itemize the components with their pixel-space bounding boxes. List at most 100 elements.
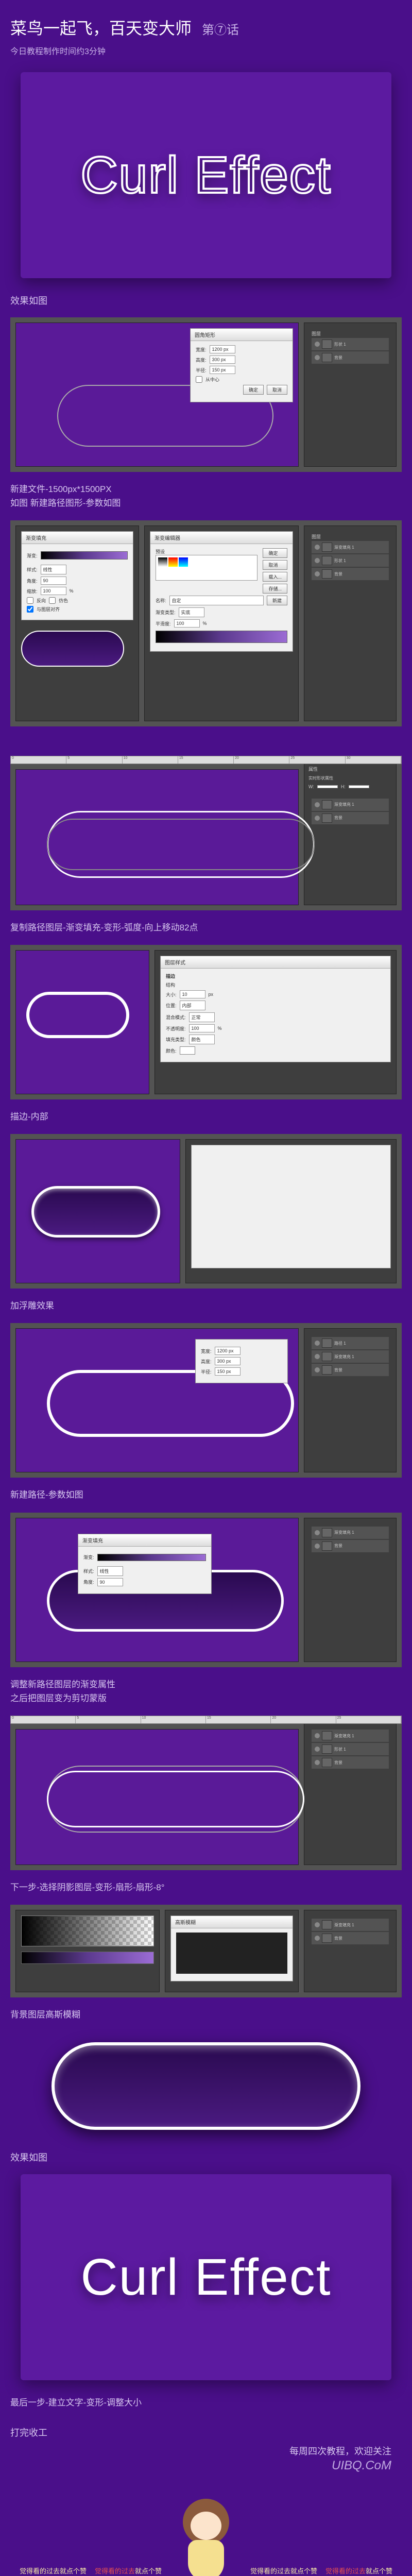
grad-editor-title: 渐变编辑器 (150, 532, 293, 544)
dither-checkbox[interactable] (49, 597, 56, 604)
layer-row[interactable]: 背景 (312, 1540, 389, 1552)
height-label: 高度: (196, 357, 207, 363)
align-checkbox[interactable] (27, 606, 33, 613)
result-caption: 效果如图 (10, 2150, 402, 2164)
eye-icon[interactable] (315, 1747, 320, 1752)
layer-row[interactable]: 路径 1 (312, 1337, 389, 1349)
eye-icon[interactable] (315, 545, 320, 550)
load-button[interactable]: 载入... (263, 572, 287, 582)
layer-row[interactable]: 背景 (312, 1932, 389, 1944)
eye-icon[interactable] (315, 1367, 320, 1372)
gradient-name-input[interactable]: 自定 (169, 596, 264, 605)
layer-row[interactable]: 渐变填充 1 (312, 1730, 389, 1742)
angle-input[interactable]: 90 (41, 577, 66, 585)
mascot-illustration (170, 2494, 242, 2576)
gradient-type-select[interactable]: 实底 (179, 607, 204, 617)
step4-desc: 描边-内部 (10, 1110, 402, 1124)
style-select[interactable]: 线性 (41, 565, 66, 574)
presets-label: 预设 (156, 548, 258, 555)
layers-title: 图层 (312, 533, 389, 540)
radius-input[interactable]: 150 px (210, 366, 235, 374)
step2-screenshot: 渐变填充 渐变: 样式:线性 角度:90 缩放:100% 反向 仿色 与图层对齐… (10, 520, 402, 726)
layer-row[interactable]: 形状 1 (312, 338, 389, 350)
step6-desc: 新建路径-参数如图 (10, 1488, 402, 1502)
eye-icon[interactable] (315, 1733, 320, 1738)
style-select[interactable]: 线性 (97, 1566, 123, 1576)
layer-row[interactable]: 背景 (312, 812, 389, 824)
width-label: 宽度: (196, 346, 207, 353)
eye-icon[interactable] (315, 355, 320, 360)
scale-label: 缩放: (27, 588, 38, 595)
stroke-pos-select[interactable]: 内部 (180, 1001, 205, 1010)
step4-screenshot: 图层样式 描边 结构 大小:10px 位置:内部 混合模式:正常 不透明度:10… (10, 945, 402, 1099)
sub-time: 今日教程制作时间约3分钟 (10, 44, 402, 57)
step7-screenshot: 渐变填充 渐变: 样式:线性 角度:90 渐变填充 1 背景 (10, 1513, 402, 1667)
angle-input[interactable]: 90 (97, 1578, 123, 1586)
step8-screenshot: 0510152025 渐变填充 1 形状 1 背景 (10, 1716, 402, 1870)
h-input[interactable] (349, 785, 369, 788)
footer-done: 打完收工 (10, 2426, 402, 2439)
eye-icon[interactable] (315, 816, 320, 821)
color-swatch[interactable] (180, 1046, 195, 1055)
layer-row[interactable]: 渐变填充 1 (312, 1350, 389, 1363)
fill-type-select[interactable]: 颜色 (189, 1035, 215, 1044)
eye-icon[interactable] (315, 1760, 320, 1765)
blend-select[interactable]: 正常 (189, 1012, 215, 1022)
layer-row[interactable]: 背景 (312, 568, 389, 580)
step3-desc: 复制路径图层-渐变填充-变形-弧度-向上移动82点 (10, 921, 402, 935)
style-label: 样式: (27, 566, 38, 573)
cancel-button[interactable]: 取消 (263, 560, 287, 570)
center-checkbox[interactable] (196, 376, 202, 383)
stroke-size-input[interactable]: 10 (180, 990, 205, 998)
reverse-checkbox[interactable] (27, 597, 33, 604)
w-input[interactable]: 1200 px (215, 1347, 241, 1355)
footer-schedule: 每周四次教程，欢迎关注 (21, 2444, 391, 2458)
w-input[interactable] (317, 785, 338, 788)
ok-button[interactable]: 确定 (243, 385, 264, 395)
layer-row[interactable]: 形状 1 (312, 1743, 389, 1755)
eye-icon[interactable] (315, 1530, 320, 1535)
episode-number: 第⑦话 (202, 20, 239, 38)
new-button[interactable]: 新建 (267, 596, 287, 605)
eye-icon[interactable] (315, 571, 320, 577)
step9-screenshot: 高斯模糊 渐变填充 1 背景 (10, 1905, 402, 1997)
layer-row[interactable]: 渐变填充 1 (312, 1527, 389, 1539)
height-input[interactable]: 300 px (210, 355, 235, 364)
eye-icon[interactable] (315, 1936, 320, 1941)
like-text: 觉得看的过去就点个赞 就点个赞 (20, 2566, 87, 2576)
radius-label: 半径: (196, 367, 207, 374)
layer-row[interactable]: 形状 1 (312, 554, 389, 567)
step1-desc: 新建文件-1500px*1500PX 如图 新建路径图形-参数如图 (10, 482, 402, 510)
dialog-title: 图层样式 (161, 956, 390, 969)
eye-icon[interactable] (315, 1544, 320, 1549)
h-input[interactable]: 300 px (215, 1357, 241, 1365)
gradient-label: 渐变: (27, 552, 38, 559)
layer-row[interactable]: 背景 (312, 351, 389, 364)
r-input[interactable]: 150 px (215, 1367, 241, 1376)
eye-icon[interactable] (315, 558, 320, 563)
eye-icon[interactable] (315, 342, 320, 347)
like-text: 觉得看的过去就点个赞 觉得看的过去 (325, 2566, 392, 2576)
opacity-input[interactable]: 100 (189, 1024, 215, 1032)
save-button[interactable]: 存储... (263, 584, 287, 594)
step1-screenshot: 圆角矩形 宽度:1200 px 高度:300 px 半径:150 px 从中心 … (10, 317, 402, 472)
layer-row[interactable]: 渐变填充 1 (312, 1919, 389, 1931)
ok-button[interactable]: 确定 (263, 548, 287, 558)
angle-label: 角度: (27, 578, 38, 584)
eye-icon[interactable] (315, 1354, 320, 1359)
cancel-button[interactable]: 取消 (267, 385, 287, 395)
step5-desc: 加浮雕效果 (10, 1299, 402, 1313)
layer-row[interactable]: 渐变填充 1 (312, 799, 389, 811)
scale-input[interactable]: 100 (41, 587, 66, 595)
smooth-input[interactable]: 100 (174, 619, 200, 628)
layer-row[interactable]: 背景 (312, 1756, 389, 1769)
center-label: 从中心 (205, 376, 219, 383)
width-input[interactable]: 1200 px (210, 345, 235, 353)
eye-icon[interactable] (315, 802, 320, 807)
eye-icon[interactable] (315, 1341, 320, 1346)
final-desc: 最后一步-建立文字-变形-调整大小 (10, 2396, 402, 2410)
eye-icon[interactable] (315, 1922, 320, 1927)
layer-row[interactable]: 背景 (312, 1364, 389, 1376)
layer-row[interactable]: 渐变填充 1 (312, 541, 389, 553)
site-watermark: UIBQ.CoM (332, 2459, 391, 2473)
